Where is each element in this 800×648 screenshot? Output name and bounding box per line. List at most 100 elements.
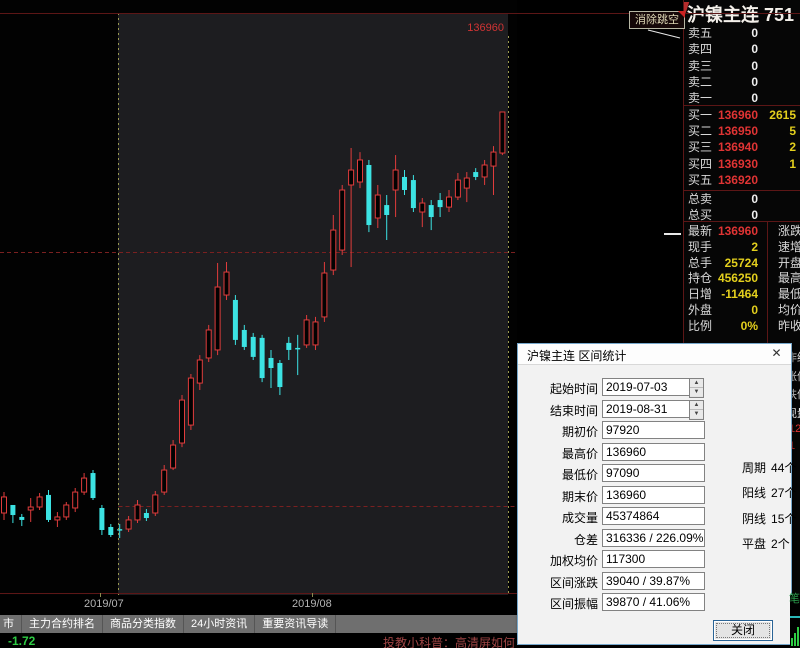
quote-row-volume: 2 — [762, 139, 796, 155]
button-focus-rect — [716, 623, 770, 638]
quote-row[interactable]: 买一1369602615 — [684, 107, 800, 123]
field-label: 结束时间 — [518, 402, 598, 419]
candle — [500, 112, 505, 155]
quote-row-label: 持仓 — [688, 270, 712, 286]
candle — [233, 295, 238, 345]
quote-row-label: 买三 — [688, 139, 712, 155]
field-input[interactable]: 45374864 — [602, 507, 705, 525]
candle — [438, 193, 443, 217]
quote-row-value: 0 — [714, 58, 758, 74]
field-label: 最低价 — [518, 466, 598, 483]
candle — [402, 170, 407, 195]
stat-value: 44个 — [771, 461, 796, 475]
axis-tick — [312, 593, 313, 597]
spinner-up-icon[interactable]: ▲ — [690, 401, 703, 410]
corner-teal-line — [790, 616, 800, 618]
candle — [420, 198, 425, 227]
remove-gap-tag[interactable]: 消除跳空 — [629, 11, 685, 29]
quote-row-right-label: 最高 — [778, 270, 800, 286]
quote-row-value: 0 — [714, 302, 758, 318]
candle — [46, 490, 51, 522]
field-input[interactable]: 136960 — [602, 486, 705, 504]
date-spinner[interactable]: ▲▼ — [689, 378, 704, 398]
dialog-field-row: 区间振幅39870 / 41.06% — [518, 593, 791, 611]
candle — [215, 263, 220, 355]
stat-value: 15个 — [771, 512, 796, 526]
spinner-up-icon[interactable]: ▲ — [690, 379, 703, 388]
quote-row-label: 最新 — [688, 223, 712, 239]
field-input[interactable]: 117300 — [602, 550, 705, 568]
field-input[interactable]: 2019-07-03 — [602, 378, 691, 396]
quote-row[interactable]: 买二1369505 — [684, 123, 800, 139]
quote-row-label: 卖二 — [688, 74, 712, 90]
spinner-down-icon[interactable]: ▼ — [690, 388, 703, 396]
quote-row-value: 2 — [714, 239, 758, 255]
quote-row[interactable]: 比例0%昨收 — [684, 318, 800, 334]
quote-row[interactable]: 最新136960涨跌 — [684, 223, 800, 239]
quote-row-value: 136920 — [714, 172, 758, 188]
dialog-field-row: 结束时间2019-08-31▲▼ — [518, 400, 791, 418]
candle — [277, 360, 282, 395]
quote-row-value: 136940 — [714, 139, 758, 155]
field-input[interactable]: 2019-08-31 — [602, 400, 691, 418]
range-stat: 阴线15个 — [742, 510, 792, 527]
field-input[interactable]: 97090 — [602, 464, 705, 482]
quote-row[interactable]: 买五136920 — [684, 172, 800, 188]
bottom-tab-3[interactable]: 24小时资讯 — [184, 615, 255, 633]
candle — [19, 514, 24, 526]
field-input[interactable]: 39870 / 41.06% — [602, 593, 705, 611]
quote-row[interactable]: 卖四0 — [684, 41, 800, 57]
close-button[interactable]: 关闭 — [713, 620, 773, 641]
close-icon[interactable]: ✕ — [769, 346, 784, 361]
quote-row-value: 0 — [714, 191, 758, 207]
quote-row-value: 0% — [714, 318, 758, 334]
dialog-field-row: 区间涨跌39040 / 39.87% — [518, 572, 791, 590]
ticker-change-value: -1.72 — [8, 634, 35, 648]
trading-app-window: 136960 消除跳空 沪镍主连 751 卖五0卖四0卖三0卖二0卖一0买一13… — [0, 0, 800, 648]
latest-price-marker — [664, 233, 681, 235]
quote-row[interactable]: 日增-11464最低 — [684, 286, 800, 302]
candle — [135, 500, 140, 523]
quote-row[interactable]: 持仓456250最高 — [684, 270, 800, 286]
candle — [366, 160, 371, 232]
field-input[interactable]: 136960 — [602, 443, 705, 461]
bottom-tab-0[interactable]: 市 — [0, 615, 22, 633]
quote-row[interactable]: 卖五0 — [684, 25, 800, 41]
quote-row[interactable]: 现手2速增 — [684, 239, 800, 255]
quote-row-label: 总手 — [688, 255, 712, 271]
candle — [171, 440, 176, 470]
quote-row-right-label: 速增 — [778, 239, 800, 255]
candle — [242, 325, 247, 350]
candle — [99, 505, 104, 535]
candle — [491, 146, 496, 195]
mini-volume-bar — [797, 627, 799, 646]
candle — [286, 337, 291, 360]
field-input[interactable]: 97920 — [602, 421, 705, 439]
quote-row[interactable]: 卖三0 — [684, 58, 800, 74]
quote-row[interactable]: 总手25724开盘 — [684, 255, 800, 271]
quote-row-value: 136960 — [714, 107, 758, 123]
candlestick-chart[interactable]: 136960 — [0, 0, 517, 595]
field-input[interactable]: 39040 / 39.87% — [602, 572, 705, 590]
field-input[interactable]: 316336 / 226.09% — [602, 529, 705, 547]
quote-row-label: 卖四 — [688, 41, 712, 57]
candle — [180, 395, 185, 447]
quote-row[interactable]: 卖二0 — [684, 74, 800, 90]
bottom-tab-2[interactable]: 商品分类指数 — [103, 615, 184, 633]
dialog-title-bar[interactable]: 沪镍主连 区间统计 ✕ — [518, 344, 791, 365]
quote-row-value: 136950 — [714, 123, 758, 139]
quote-row[interactable]: 买三1369402 — [684, 139, 800, 155]
candle — [126, 516, 131, 532]
candle — [117, 524, 122, 538]
bottom-tab-1[interactable]: 主力合约排名 — [22, 615, 103, 633]
spinner-down-icon[interactable]: ▼ — [690, 410, 703, 418]
candle — [37, 493, 42, 510]
quote-row[interactable]: 总卖0 — [684, 191, 800, 207]
date-spinner[interactable]: ▲▼ — [689, 400, 704, 420]
range-stat: 周期44个 — [742, 459, 792, 476]
candle — [295, 335, 300, 375]
bottom-tab-4[interactable]: 重要资讯导读 — [255, 615, 336, 633]
quote-row[interactable]: 卖一0 — [684, 90, 800, 106]
quote-row[interactable]: 买四1369301 — [684, 156, 800, 172]
quote-row[interactable]: 外盘0均价 — [684, 302, 800, 318]
